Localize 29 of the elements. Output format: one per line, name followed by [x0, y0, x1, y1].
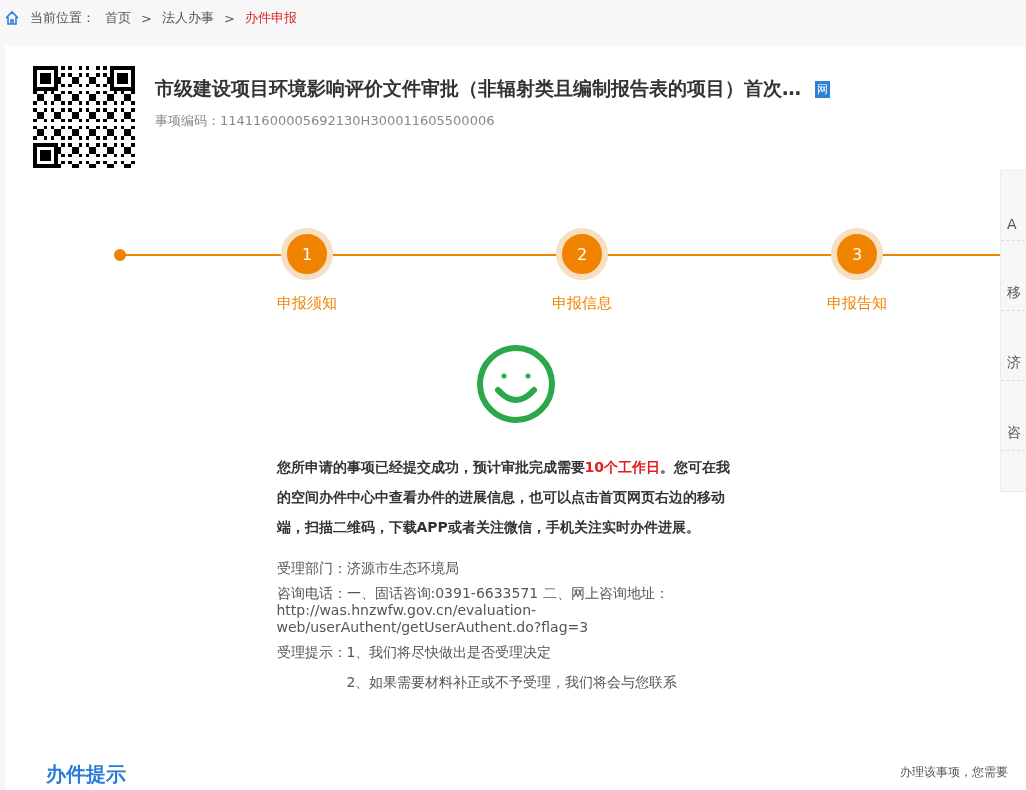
section-note: 办理该事项，您需要	[900, 764, 1008, 781]
step-number: 1	[281, 228, 333, 280]
side-item[interactable]: 咨	[1001, 381, 1026, 451]
smiley-icon	[475, 344, 556, 424]
side-item[interactable]: A	[1001, 171, 1026, 241]
breadcrumb-link[interactable]: 法人办事	[161, 9, 214, 27]
breadcrumb-separator: >	[223, 10, 235, 26]
breadcrumb-link[interactable]: 首页	[105, 9, 131, 27]
tip-text: 2、如果需要材料补正或不予受理，我们将会与您联系	[346, 674, 678, 692]
item-code: 事项编码：11411600005692130H300011605500006	[155, 112, 496, 130]
breadcrumb-separator: >	[141, 10, 152, 26]
step-label: 申报须知	[277, 294, 337, 313]
home-icon[interactable]	[4, 10, 20, 26]
department-text: 受理部门：济源市生态环境局	[276, 560, 460, 577]
breadcrumb-label: 当前位置：	[30, 9, 95, 27]
side-item[interactable]: 济	[1001, 311, 1026, 381]
step-label: 申报信息	[552, 294, 612, 313]
item-title: 市级建设项目环境影响评价文件审批（非辐射类且编制报告表的项目）首次…	[155, 76, 801, 101]
side-item[interactable]: 移	[1001, 241, 1026, 311]
section-title: 办件提示	[46, 761, 126, 788]
phone-text: 咨询电话：一、固话咨询:0391-6633571 二、网上咨询地址：http://was.hnzwfw.gov.cn/evaluation-web/userAuthent/getUserAuthent.do?flag=3	[276, 585, 670, 636]
step-number: 2	[556, 228, 608, 280]
step-number: 3	[831, 228, 883, 280]
tip-text: 1、我们将尽快做出是否受理决定	[346, 644, 553, 662]
online-badge: 网	[815, 80, 830, 98]
breadcrumb-link[interactable]: 办件申报	[244, 9, 297, 27]
success-message: 您所申请的事项已经提交成功，预计审批完成需要10个工作日。您可在我的空间办件中心中查看办件的进展信息，也可以点击首页网页右边的移动端，扫描二维码，下载APP或者关注微信，手机关注实时办件进展。	[276, 458, 731, 537]
tips-label: 受理提示：	[276, 644, 347, 662]
step-label: 申报告知	[827, 294, 887, 313]
